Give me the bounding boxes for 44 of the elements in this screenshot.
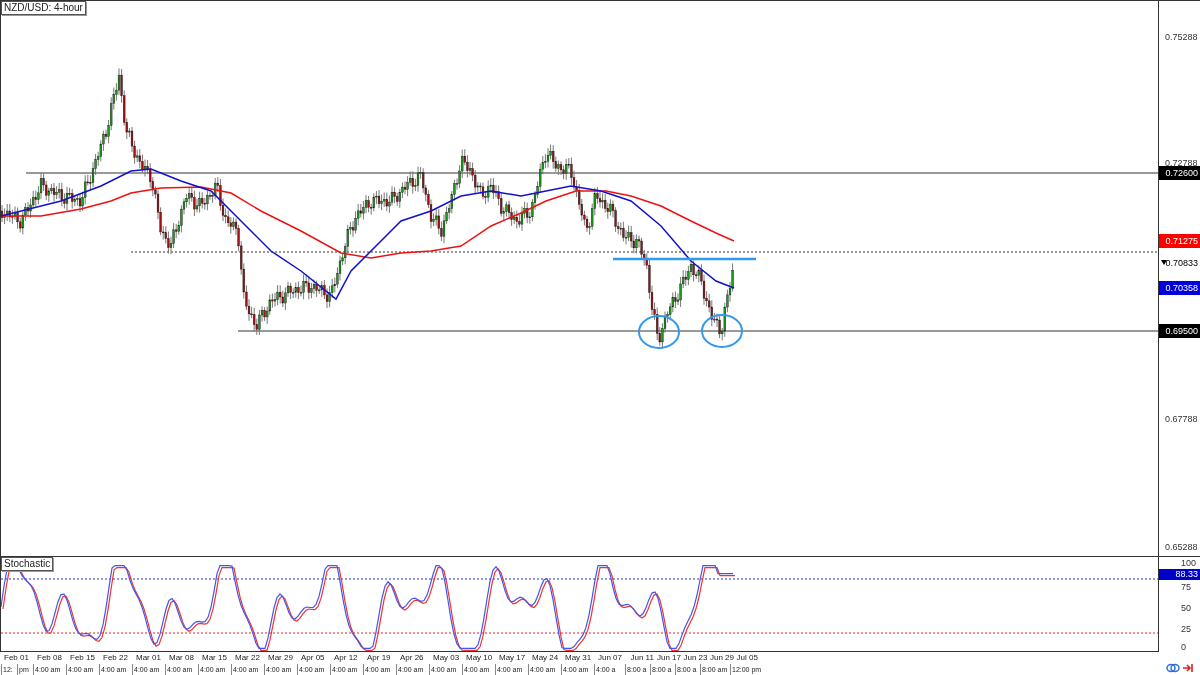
date-label: Mar 01	[136, 652, 161, 663]
bottom-circle	[638, 315, 680, 349]
date-label: May 24	[532, 652, 559, 663]
price-label: 0.75288	[1165, 31, 1198, 44]
date-label: Apr 05	[301, 652, 325, 663]
date-label: Jun 11	[630, 652, 654, 663]
date-label: Mar 08	[169, 652, 194, 663]
triangle-icon	[1161, 260, 1167, 265]
bottom-circle	[701, 314, 743, 348]
arrow-to-bar-icon[interactable]	[1182, 663, 1194, 673]
price-marker: 0.69500	[1159, 324, 1200, 338]
chart-title: NZD/USD: 4-hour	[1, 1, 86, 15]
stochastic-label: 50	[1181, 602, 1191, 614]
price-marker: 0.70358	[1159, 281, 1200, 295]
date-label: Mar 29	[268, 652, 293, 663]
date-label: May 10	[466, 652, 493, 663]
date-label: Feb 22	[103, 652, 128, 663]
date-label: Apr 12	[334, 652, 358, 663]
price-marker: 0.71275	[1159, 234, 1200, 248]
date-label: Apr 26	[400, 652, 424, 663]
stochastic-reading: 88.33	[1159, 569, 1200, 580]
date-label: Apr 19	[367, 652, 391, 663]
stochastic-label: 0	[1181, 641, 1186, 653]
date-label: Mar 22	[235, 652, 260, 663]
date-label: May 03	[433, 652, 460, 663]
indicator-title: Stochastic	[1, 557, 54, 571]
date-label: May 31	[565, 652, 592, 663]
price-label: 0.65288	[1165, 541, 1198, 554]
stochastic-label: 75	[1181, 581, 1191, 593]
date-label: May 17	[499, 652, 526, 663]
date-label: Feb 01	[4, 652, 29, 663]
date-label: Jun 17	[657, 652, 682, 663]
date-label: Feb 15	[70, 652, 95, 663]
price-label: 0.67788	[1165, 413, 1198, 426]
date-label: Jun 07	[598, 652, 623, 663]
price-marker: 0.72600	[1159, 166, 1200, 180]
stochastic-label: 25	[1181, 623, 1191, 635]
date-label: Jun 29	[710, 652, 735, 663]
date-label: Feb 08	[37, 652, 62, 663]
date-label: Jul 05	[736, 652, 758, 663]
link-icon[interactable]	[1165, 663, 1180, 673]
stochastic-label: 100	[1181, 557, 1197, 569]
date-label: Jun 23	[683, 652, 708, 663]
date-label: Mar 15	[202, 652, 227, 663]
